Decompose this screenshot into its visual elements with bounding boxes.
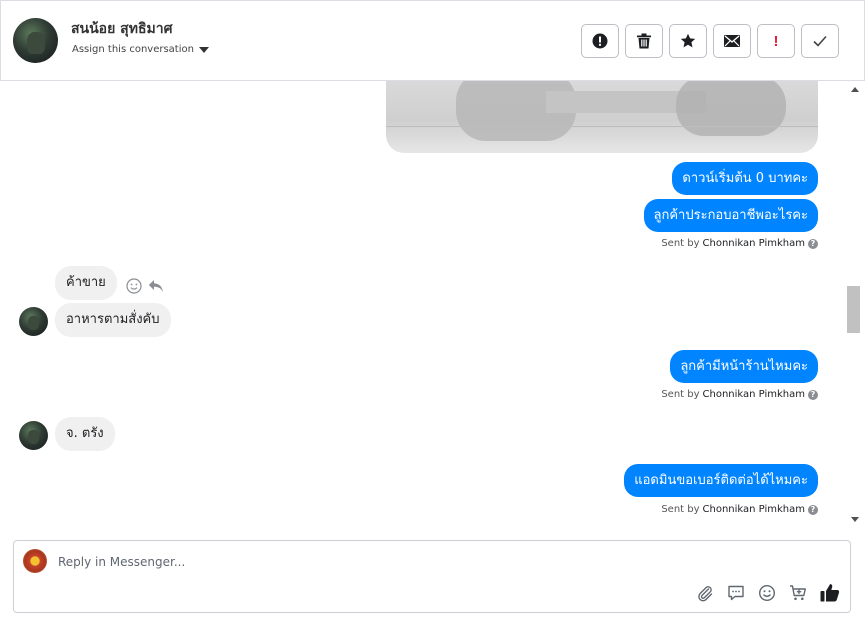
messenger-conversation-panel: สนน้อย สุทธิมาศ Assign this conversation xyxy=(0,0,867,617)
contact-avatar[interactable] xyxy=(13,18,58,63)
envelope-icon xyxy=(724,35,740,47)
sent-by-label: Sent by Chonnikan Pimkham ? xyxy=(661,389,818,400)
caret-down-icon xyxy=(198,46,209,53)
star-button[interactable] xyxy=(669,24,707,58)
sent-by-prefix: Sent by xyxy=(661,389,700,400)
help-icon[interactable]: ? xyxy=(808,238,818,249)
composer-toolbar xyxy=(696,583,840,606)
trash-icon xyxy=(637,33,651,49)
sent-by-prefix: Sent by xyxy=(661,238,700,249)
sender-name: Chonnikan Pimkham xyxy=(702,238,805,249)
check-icon xyxy=(813,35,827,47)
message-scrollbar[interactable] xyxy=(845,81,864,531)
sent-by-prefix: Sent by xyxy=(661,504,700,515)
image-attachment[interactable] xyxy=(386,81,818,153)
star-icon xyxy=(680,33,696,48)
outgoing-message[interactable]: ลูกค้ามีหน้าร้านไหมคะ xyxy=(670,350,818,383)
incoming-message[interactable]: ค้าขาย xyxy=(55,266,117,300)
outgoing-message[interactable]: แอดมินขอเบอร์ติดต่อได้ไหมคะ xyxy=(624,464,818,497)
incoming-message[interactable]: อาหารตามสั่งคับ xyxy=(55,303,171,337)
report-spam-button[interactable] xyxy=(581,24,619,58)
sender-name: Chonnikan Pimkham xyxy=(702,504,805,515)
contact-avatar-small[interactable] xyxy=(19,421,48,450)
thumbs-up-icon[interactable] xyxy=(820,583,840,606)
react-emoji-icon[interactable] xyxy=(126,278,142,294)
scroll-up-arrow-icon[interactable] xyxy=(851,87,859,92)
exclamation-icon: ! xyxy=(773,32,779,50)
sent-by-label: Sent by Chonnikan Pimkham ? xyxy=(661,504,818,515)
assign-conversation-dropdown[interactable]: Assign this conversation xyxy=(72,44,209,55)
paperclip-icon[interactable] xyxy=(696,584,714,606)
reply-input[interactable] xyxy=(58,553,658,571)
scrollbar-thumb[interactable] xyxy=(847,286,860,333)
scroll-down-arrow-icon[interactable] xyxy=(851,517,859,522)
contact-name[interactable]: สนน้อย สุทธิมาศ xyxy=(71,18,172,40)
outgoing-message[interactable]: ลูกค้าประกอบอาชีพอะไรคะ xyxy=(643,199,818,232)
reply-arrow-icon[interactable] xyxy=(148,279,164,293)
incoming-message[interactable]: จ. ตรัง xyxy=(55,417,115,451)
help-icon[interactable]: ? xyxy=(808,389,818,400)
message-thread: ดาวน์เริ่มต้น 0 บาทคะ ลูกค้าประกอบอาชีพอ… xyxy=(0,81,845,531)
reply-composer xyxy=(13,540,851,613)
message-actions xyxy=(126,278,164,294)
help-icon[interactable]: ? xyxy=(808,504,818,515)
page-avatar xyxy=(23,549,47,573)
delete-button[interactable] xyxy=(625,24,663,58)
emoji-icon[interactable] xyxy=(758,584,776,606)
conversation-toolbar: ! xyxy=(581,24,839,58)
sent-by-label: Sent by Chonnikan Pimkham ? xyxy=(661,238,818,249)
saved-reply-icon[interactable] xyxy=(727,584,745,606)
conversation-header: สนน้อย สุทธิมาศ Assign this conversation xyxy=(0,0,865,81)
cart-icon[interactable] xyxy=(789,584,807,606)
outgoing-message[interactable]: ดาวน์เริ่มต้น 0 บาทคะ xyxy=(672,162,818,195)
mark-done-button[interactable] xyxy=(801,24,839,58)
contact-avatar-small[interactable] xyxy=(19,307,48,336)
sender-name: Chonnikan Pimkham xyxy=(702,389,805,400)
important-button[interactable]: ! xyxy=(757,24,795,58)
assign-label: Assign this conversation xyxy=(72,44,194,55)
mark-unread-button[interactable] xyxy=(713,24,751,58)
exclamation-circle-icon xyxy=(592,33,608,49)
